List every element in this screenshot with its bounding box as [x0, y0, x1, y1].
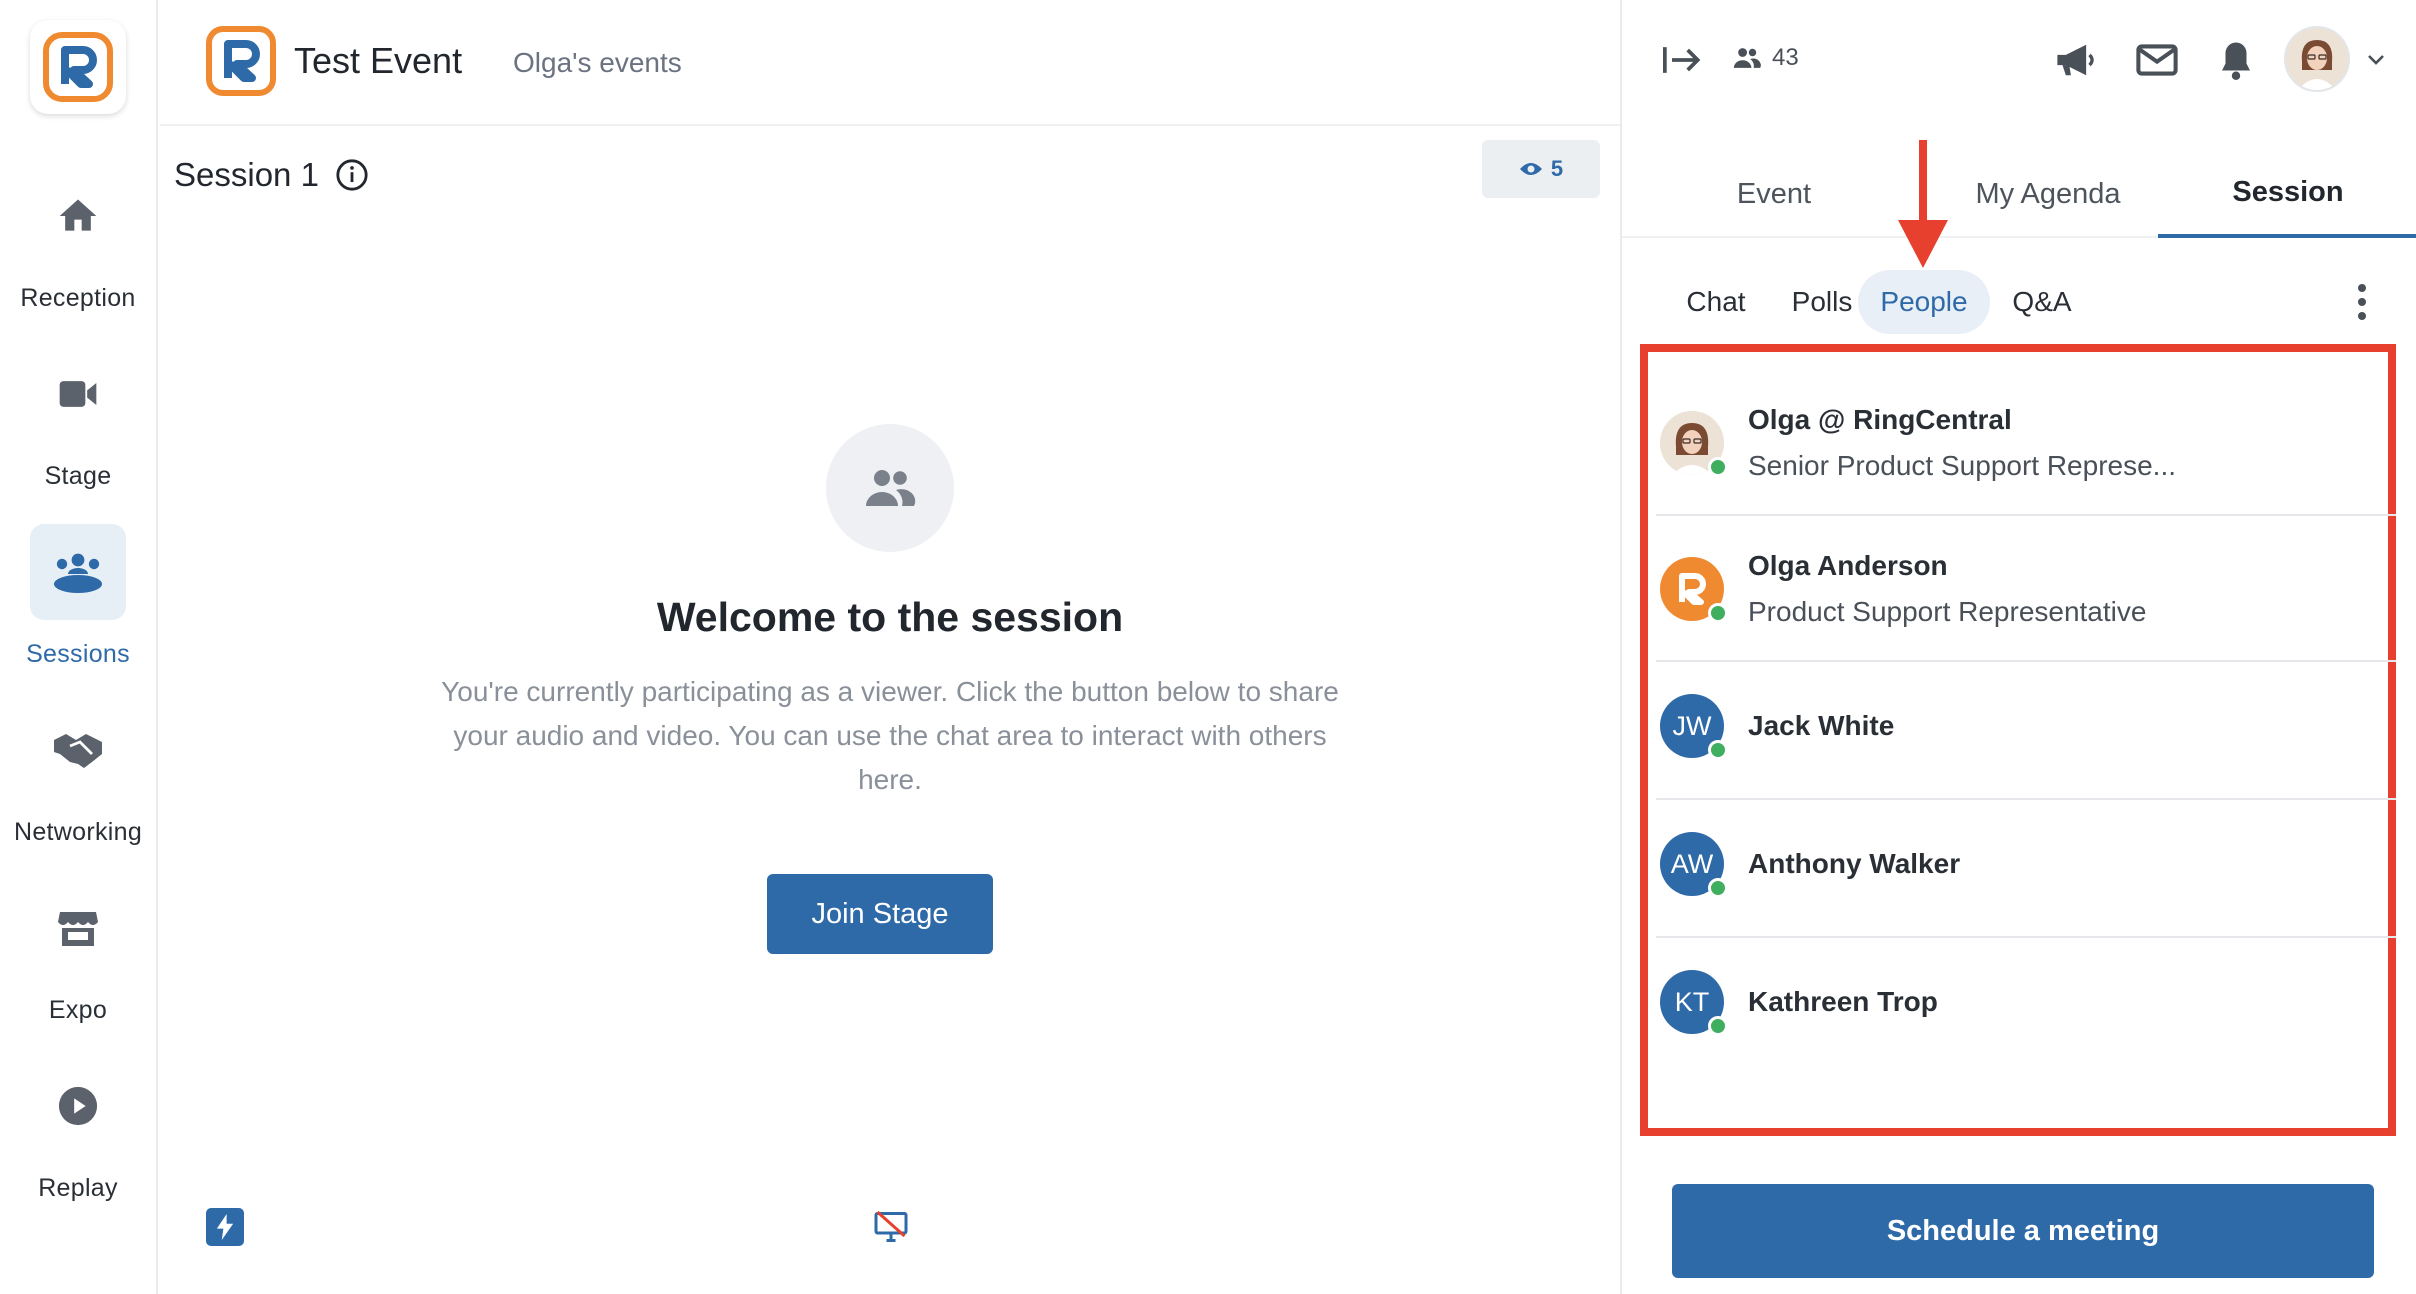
- list-item[interactable]: KT Kathreen Trop: [1660, 970, 2388, 1036]
- user-profile-avatar[interactable]: [2284, 26, 2350, 92]
- avatar-initials: AW: [1670, 848, 1714, 879]
- viewer-count-badge[interactable]: 5: [1482, 140, 1600, 198]
- organizer-events-link[interactable]: Olga's events: [513, 47, 682, 79]
- avatar-initials: KT: [1674, 986, 1710, 1017]
- person-role: Product Support Representative: [1748, 596, 2147, 627]
- list-divider: [1656, 660, 2396, 662]
- join-stage-button[interactable]: Join Stage: [767, 874, 993, 954]
- nav-label-expo: Expo: [48, 996, 108, 1024]
- schedule-meeting-button[interactable]: Schedule a meeting: [1672, 1184, 2374, 1278]
- nav-stage[interactable]: Stage: [0, 346, 156, 516]
- nav-reception[interactable]: Reception: [0, 168, 156, 338]
- session-title: Session 1: [174, 156, 319, 193]
- person-name: Olga @ RingCentral: [1748, 404, 2012, 435]
- booth-icon: [30, 880, 126, 976]
- list-item[interactable]: JW Jack White: [1660, 694, 2388, 760]
- nav-sessions[interactable]: Sessions: [0, 524, 156, 694]
- nav-label-stage: Stage: [44, 462, 112, 490]
- session-title-row: Session 1: [174, 156, 369, 194]
- lightning-bolt-icon[interactable]: [206, 1208, 244, 1246]
- subtab-qa[interactable]: Q&A: [1994, 270, 2090, 334]
- nav-label-sessions: Sessions: [26, 640, 130, 668]
- person-role: Senior Product Support Represe...: [1748, 450, 2177, 481]
- avatar-initials: JW: [1672, 710, 1712, 741]
- person-name: Anthony Walker: [1748, 848, 1961, 879]
- welcome-people-icon: [826, 424, 954, 552]
- people-list: Olga @ RingCentral Senior Product Suppor…: [1640, 344, 2396, 1136]
- event-header: Test Event Olga's events: [160, 0, 1620, 126]
- attendee-count[interactable]: 43: [1732, 44, 1799, 72]
- left-navigation: Reception Stage Sessions Networking Expo…: [0, 0, 158, 1294]
- list-divider: [1656, 514, 2396, 516]
- person-name: Olga Anderson: [1748, 550, 1948, 581]
- tab-event[interactable]: Event: [1674, 150, 1874, 238]
- panel-tabs: Event My Agenda Session: [1622, 150, 2416, 238]
- avatar: AW: [1660, 832, 1728, 898]
- avatar: JW: [1660, 694, 1728, 760]
- handshake-icon: [30, 702, 126, 798]
- notifications-bell-icon[interactable]: [2214, 36, 2258, 84]
- person-name: Kathreen Trop: [1748, 986, 1938, 1017]
- mail-icon[interactable]: [2132, 38, 2182, 82]
- avatar: KT: [1660, 970, 1728, 1036]
- subtab-polls[interactable]: Polls: [1772, 270, 1872, 334]
- sessions-group-icon: [30, 524, 126, 620]
- attendee-count-value: 43: [1772, 44, 1799, 71]
- tab-session[interactable]: Session: [2158, 150, 2416, 238]
- chevron-down-icon[interactable]: [2364, 48, 2388, 72]
- subtab-people[interactable]: People: [1858, 270, 1990, 334]
- eye-icon: [1519, 163, 1542, 175]
- nav-label-networking: Networking: [13, 818, 143, 846]
- annotation-arrow-icon: [1898, 140, 1948, 268]
- more-options-icon[interactable]: [2342, 276, 2382, 328]
- list-item[interactable]: Olga @ RingCentral Senior Product Suppor…: [1660, 404, 2388, 482]
- people-icon: [1733, 48, 1761, 68]
- megaphone-icon[interactable]: [2052, 38, 2100, 82]
- online-status-dot: [1708, 1016, 1728, 1036]
- ringcentral-logo-icon: [1679, 573, 1706, 605]
- session-main-area: Session 1 5 Welcome to the session You'r…: [160, 128, 1620, 1294]
- list-divider: [1656, 798, 2396, 800]
- info-icon[interactable]: [335, 158, 369, 192]
- tab-my-agenda[interactable]: My Agenda: [1928, 150, 2168, 238]
- play-circle-icon: [30, 1058, 126, 1154]
- event-title: Test Event: [294, 40, 463, 81]
- nav-expo[interactable]: Expo: [0, 880, 156, 1050]
- home-icon: [30, 168, 126, 264]
- avatar: [1660, 411, 1728, 477]
- subtab-chat[interactable]: Chat: [1666, 270, 1766, 334]
- list-divider: [1656, 936, 2396, 938]
- nav-label-reception: Reception: [20, 284, 136, 312]
- collapse-panel-icon[interactable]: [1660, 40, 1704, 80]
- nav-networking[interactable]: Networking: [0, 702, 156, 872]
- session-subtabs: Chat Polls People Q&A: [1622, 270, 2416, 334]
- nav-label-replay: Replay: [38, 1174, 118, 1202]
- avatar: [1660, 557, 1728, 623]
- video-camera-icon: [30, 346, 126, 442]
- online-status-dot: [1708, 740, 1728, 760]
- welcome-description: You're currently participating as a view…: [441, 676, 1339, 795]
- viewer-count: 5: [1550, 156, 1564, 181]
- right-side-panel: 43 Event My Agenda Session Chat Polls Pe…: [1620, 0, 2416, 1294]
- ringcentral-logo-icon: [43, 32, 113, 102]
- nav-replay[interactable]: Replay: [0, 1058, 156, 1228]
- person-name: Jack White: [1748, 710, 1895, 741]
- app-logo[interactable]: [30, 20, 126, 114]
- welcome-title: Welcome to the session: [656, 594, 1124, 640]
- online-status-dot: [1708, 457, 1728, 477]
- online-status-dot: [1708, 878, 1728, 898]
- list-item[interactable]: AW Anthony Walker: [1660, 832, 2388, 898]
- event-logo-icon: [206, 26, 276, 96]
- online-status-dot: [1708, 603, 1728, 623]
- screen-share-off-icon[interactable]: [872, 1208, 910, 1246]
- list-item[interactable]: Olga Anderson Product Support Representa…: [1660, 550, 2388, 628]
